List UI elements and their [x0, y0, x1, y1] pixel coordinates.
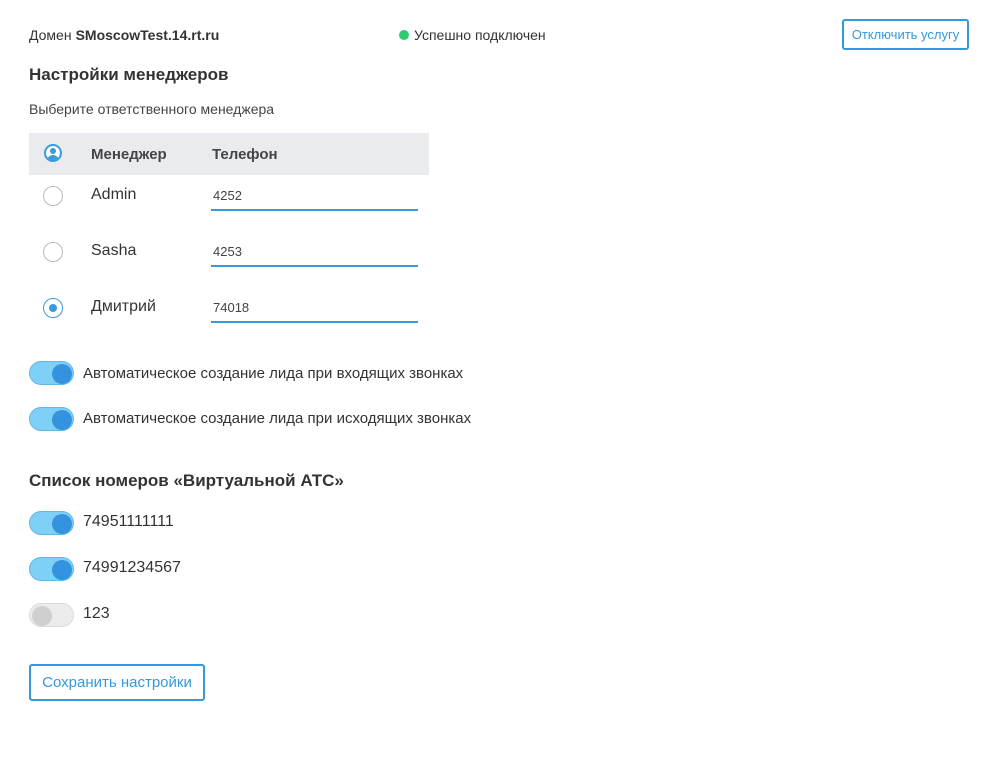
manager-radio-selected[interactable] [43, 298, 63, 318]
connection-status: Успешно подключен [399, 27, 546, 43]
manager-radio[interactable] [43, 186, 63, 206]
column-header-manager: Менеджер [91, 146, 167, 163]
status-dot-icon [399, 30, 409, 40]
domain-info: Домен SMoscowTest.14.rt.ru [29, 27, 219, 43]
manager-name: Дмитрий [91, 298, 156, 315]
user-circle-icon [44, 144, 62, 162]
manager-phone-input[interactable] [211, 181, 418, 211]
managers-section-title: Настройки менеджеров [29, 65, 229, 84]
numbers-section-title: Список номеров «Виртуальной АТС» [29, 471, 344, 490]
column-header-phone: Телефон [212, 146, 278, 163]
number-label: 74951111111 [83, 513, 174, 530]
manager-phone-input[interactable] [211, 293, 418, 323]
managers-table-header: Менеджер Телефон [29, 133, 429, 175]
incoming-lead-label: Автоматическое создание лида при входящи… [83, 365, 464, 382]
domain-label: Домен [29, 27, 72, 43]
status-text: Успешно подключен [414, 27, 546, 43]
manager-row: Sasha [29, 231, 429, 287]
number-toggle[interactable] [29, 603, 74, 627]
disconnect-service-button[interactable]: Отключить услугу [842, 19, 969, 50]
manager-row: Дмитрий [29, 287, 429, 343]
manager-name: Sasha [91, 242, 137, 259]
managers-section-subtitle: Выберите ответственного менеджера [29, 101, 275, 117]
save-settings-button[interactable]: Сохранить настройки [29, 664, 205, 701]
number-label: 123 [83, 605, 110, 622]
number-toggle[interactable] [29, 511, 74, 535]
outgoing-lead-label: Автоматическое создание лида при исходящ… [83, 410, 472, 427]
manager-name: Admin [91, 186, 137, 203]
manager-row: Admin [29, 175, 429, 231]
manager-radio[interactable] [43, 242, 63, 262]
number-label: 74991234567 [83, 559, 181, 576]
incoming-lead-toggle[interactable] [29, 361, 74, 385]
manager-phone-input[interactable] [211, 237, 418, 267]
outgoing-lead-toggle[interactable] [29, 407, 74, 431]
domain-value: SMoscowTest.14.rt.ru [75, 27, 220, 43]
number-toggle[interactable] [29, 557, 74, 581]
